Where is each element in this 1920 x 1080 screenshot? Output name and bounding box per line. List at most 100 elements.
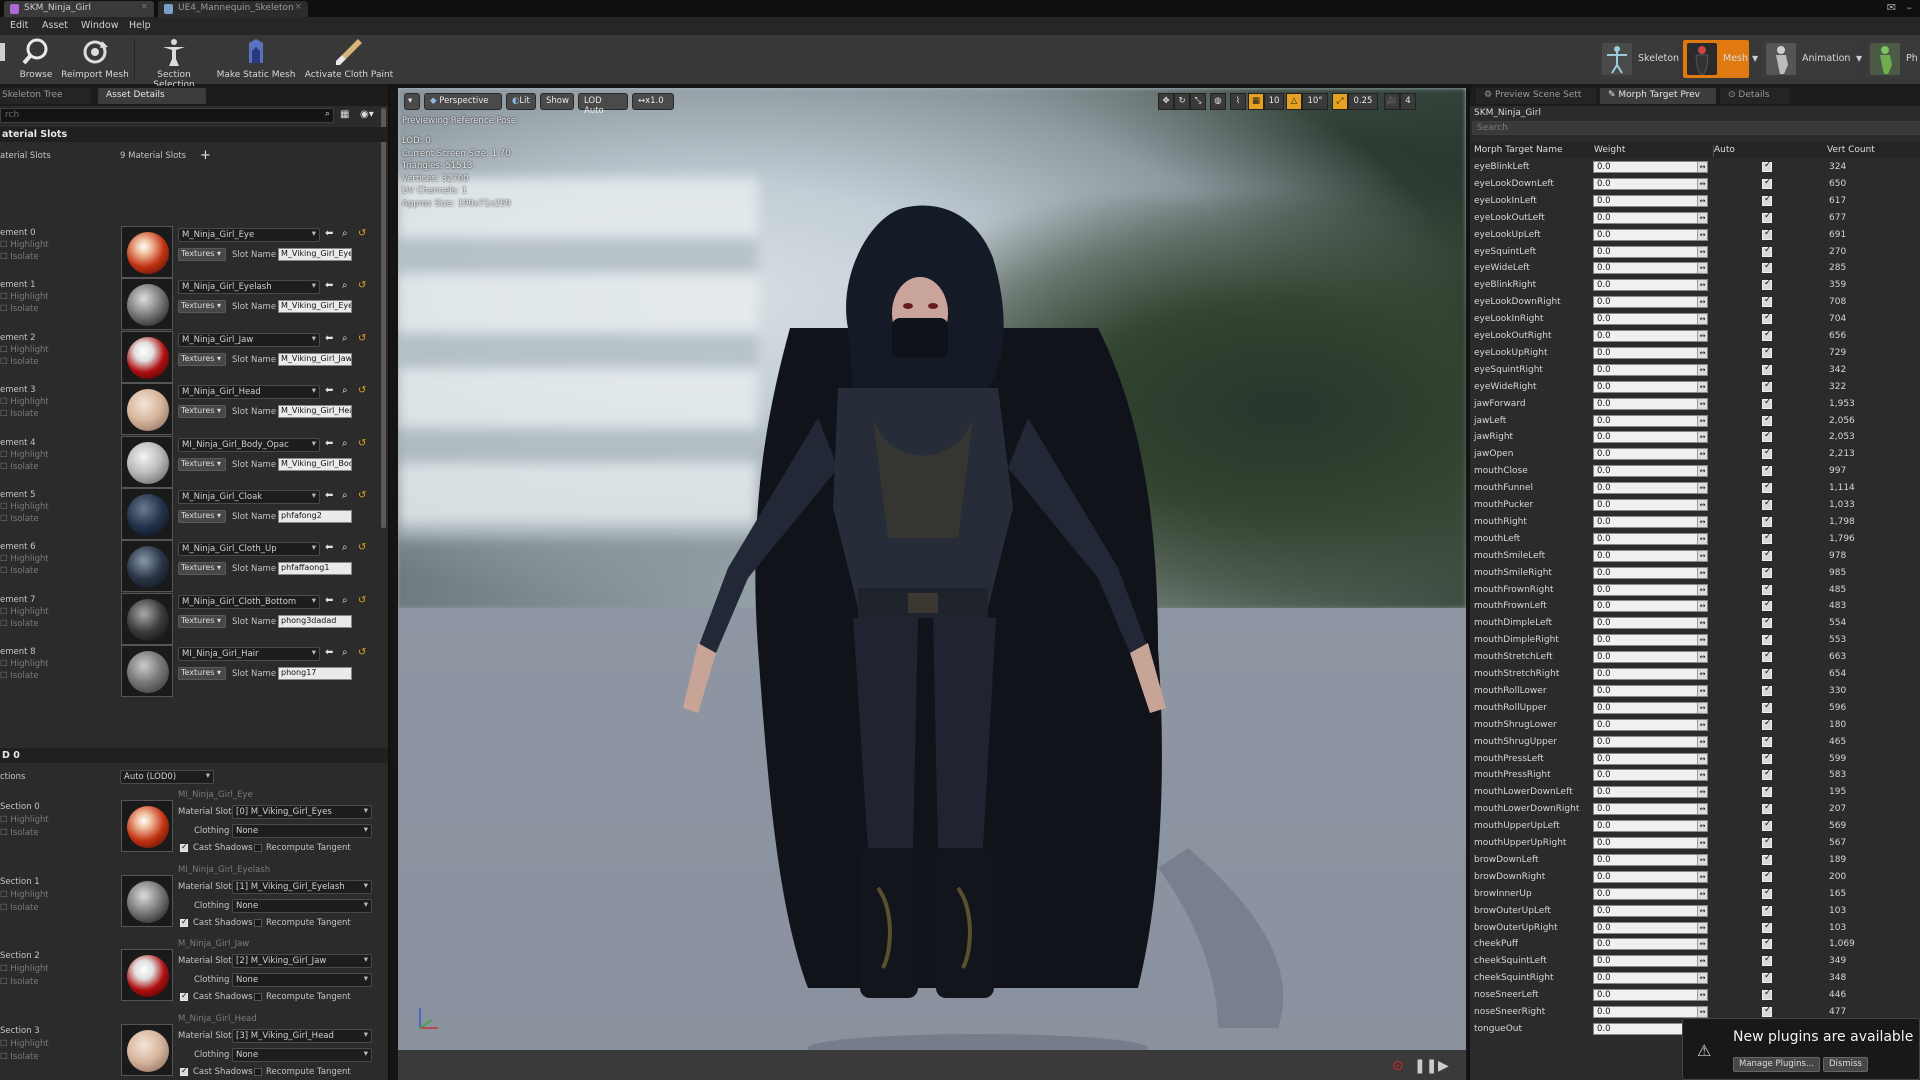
morph-target-row[interactable]: eyeBlinkLeft 0.0 ↔ 324 [1470, 159, 1920, 176]
browse-icon[interactable]: ⌕ [342, 595, 348, 606]
textures-button[interactable]: Textures ▾ [178, 510, 226, 523]
slider-handle-icon[interactable]: ↔ [1697, 804, 1707, 815]
slider-handle-icon[interactable]: ↔ [1697, 162, 1707, 172]
morph-target-row[interactable]: browOuterUpRight 0.0 ↔ 103 [1470, 920, 1920, 937]
section-material-thumbnail[interactable] [121, 800, 173, 852]
section-material-thumbnail[interactable] [121, 1023, 173, 1076]
menu-help[interactable]: Help [129, 20, 151, 31]
slider-handle-icon[interactable]: ↔ [1697, 838, 1707, 848]
auto-checkbox[interactable] [1762, 853, 1772, 865]
weight-spinbox[interactable]: 0.0 ↔ [1593, 549, 1708, 562]
slider-handle-icon[interactable]: ↔ [1697, 753, 1707, 764]
auto-checkbox[interactable] [1762, 177, 1772, 189]
weight-spinbox[interactable]: 0.0 ↔ [1593, 921, 1708, 934]
weight-spinbox[interactable]: 0.0 ↔ [1593, 718, 1708, 731]
reset-icon[interactable]: ↺ [358, 595, 366, 606]
lod-auto-button[interactable]: LOD Auto [578, 93, 628, 116]
save-button[interactable] [0, 37, 8, 83]
auto-checkbox[interactable] [1762, 937, 1772, 950]
morph-target-row[interactable]: jawLeft 0.0 ↔ 2,056 [1470, 413, 1920, 430]
slider-handle-icon[interactable]: ↔ [1697, 1007, 1707, 1017]
show-button[interactable]: Show [540, 93, 574, 110]
use-selected-icon[interactable]: ⬅ [325, 595, 333, 606]
morph-target-row[interactable]: eyeLookInRight 0.0 ↔ 704 [1470, 311, 1920, 328]
morph-target-row[interactable]: eyeLookDownLeft 0.0 ↔ 650 [1470, 176, 1920, 193]
morph-target-row[interactable]: mouthRight 0.0 ↔ 1,798 [1470, 514, 1920, 531]
morph-target-row[interactable]: mouthSmileRight 0.0 ↔ 985 [1470, 565, 1920, 582]
close-icon[interactable]: × [294, 2, 302, 12]
weight-spinbox[interactable]: 0.0 ↔ [1593, 955, 1708, 968]
auto-checkbox[interactable] [1762, 870, 1772, 882]
section-material-thumbnail[interactable] [121, 874, 173, 927]
auto-checkbox[interactable] [1762, 667, 1772, 679]
weight-spinbox[interactable]: 0.0 ↔ [1593, 583, 1708, 596]
slot-name-field[interactable]: phfaffaong1 [278, 562, 352, 576]
weight-spinbox[interactable]: 0.0 ↔ [1593, 634, 1708, 647]
auto-checkbox[interactable] [1762, 1005, 1772, 1017]
weight-spinbox[interactable]: 0.0 ↔ [1593, 904, 1708, 917]
tab-skeleton-tree[interactable]: Skeleton Tree [0, 88, 90, 104]
slot-name-field[interactable]: M_Viking_Girl_Boc [278, 457, 352, 471]
morph-target-row[interactable]: browInnerUp 0.0 ↔ 165 [1470, 886, 1920, 903]
slider-handle-icon[interactable]: ↔ [1697, 939, 1707, 950]
slider-handle-icon[interactable]: ↔ [1697, 381, 1707, 392]
slider-handle-icon[interactable]: ↔ [1697, 787, 1707, 798]
weight-spinbox[interactable]: 0.0 ↔ [1593, 211, 1708, 224]
material-dropdown[interactable]: M_Ninja_Girl_Eye ▾ [178, 228, 320, 242]
minimize-icon[interactable]: – [1907, 1, 1913, 14]
auto-checkbox[interactable] [1762, 346, 1772, 358]
mode-physics-button[interactable]: Ph [1866, 40, 1920, 78]
record-icon[interactable]: ⊙ [1392, 1058, 1404, 1074]
auto-checkbox[interactable] [1762, 532, 1772, 544]
reset-icon[interactable]: ↺ [358, 490, 366, 501]
weight-spinbox[interactable]: 0.0 ↔ [1593, 532, 1708, 545]
weight-spinbox[interactable]: 0.0 ↔ [1593, 161, 1708, 173]
clothing-dropdown[interactable]: None ▾ [232, 898, 372, 913]
morph-target-row[interactable]: mouthRollLower 0.0 ↔ 330 [1470, 683, 1920, 700]
morph-target-row[interactable]: mouthPressRight 0.0 ↔ 583 [1470, 767, 1920, 784]
auto-checkbox[interactable] [1762, 498, 1772, 510]
mode-mesh-button[interactable]: Mesh [1683, 40, 1749, 78]
use-selected-icon[interactable]: ⬅ [325, 438, 333, 449]
material-dropdown[interactable]: M_Ninja_Girl_Cloak ▾ [178, 490, 320, 504]
material-slot-dropdown[interactable]: [1] M_Viking_Girl_Eyelash ▾ [232, 879, 372, 894]
rotation-snap-value[interactable]: 10° [1302, 93, 1328, 110]
browse-icon[interactable]: ⌕ [342, 333, 348, 344]
menu-asset[interactable]: Asset [42, 20, 68, 31]
slider-handle-icon[interactable]: ↔ [1697, 297, 1707, 308]
slider-handle-icon[interactable]: ↔ [1697, 347, 1707, 358]
morph-target-row[interactable]: mouthFunnel 0.0 ↔ 1,114 [1470, 480, 1920, 497]
auto-checkbox[interactable] [1762, 904, 1772, 916]
weight-spinbox[interactable]: 0.0 ↔ [1593, 853, 1708, 866]
morph-target-row[interactable]: mouthUpperUpLeft 0.0 ↔ 569 [1470, 818, 1920, 835]
textures-button[interactable]: Textures ▾ [178, 248, 226, 261]
textures-button[interactable]: Textures ▾ [178, 562, 226, 576]
surface-snap-icon[interactable]: ⌇ [1230, 93, 1246, 110]
morph-target-row[interactable]: mouthDimpleRight 0.0 ↔ 553 [1470, 632, 1920, 649]
weight-spinbox[interactable]: 0.0 ↔ [1593, 769, 1708, 782]
slider-handle-icon[interactable]: ↔ [1697, 719, 1707, 730]
weight-spinbox[interactable]: 0.0 ↔ [1593, 701, 1708, 714]
weight-spinbox[interactable]: 0.0 ↔ [1593, 296, 1708, 309]
auto-checkbox[interactable] [1762, 718, 1772, 730]
weight-spinbox[interactable]: 0.0 ↔ [1593, 465, 1708, 478]
morph-target-row[interactable]: eyeWideRight 0.0 ↔ 322 [1470, 379, 1920, 396]
auto-checkbox[interactable] [1762, 447, 1772, 460]
weight-spinbox[interactable]: 0.0 ↔ [1593, 870, 1708, 883]
tab-details[interactable]: ⊙ Details [1720, 88, 1790, 104]
auto-checkbox[interactable] [1762, 836, 1772, 848]
pause-icon[interactable]: ❚❚ [1414, 1058, 1437, 1074]
textures-button[interactable]: Textures ▾ [178, 667, 226, 681]
recompute-tangent-checkbox[interactable] [254, 1067, 262, 1076]
slider-handle-icon[interactable]: ↔ [1697, 973, 1707, 984]
clothing-dropdown[interactable]: None ▾ [232, 1047, 372, 1062]
morph-target-row[interactable]: mouthLowerDownLeft 0.0 ↔ 195 [1470, 784, 1920, 801]
slot-name-field[interactable]: phong3dadad [278, 614, 352, 628]
weight-spinbox[interactable]: 0.0 ↔ [1593, 668, 1708, 680]
material-thumbnail[interactable] [121, 278, 173, 331]
material-thumbnail[interactable] [121, 645, 173, 698]
use-selected-icon[interactable]: ⬅ [325, 542, 333, 553]
weight-spinbox[interactable]: 0.0 ↔ [1593, 820, 1708, 833]
browse-icon[interactable]: ⌕ [342, 542, 348, 553]
close-icon[interactable]: × [140, 2, 148, 12]
